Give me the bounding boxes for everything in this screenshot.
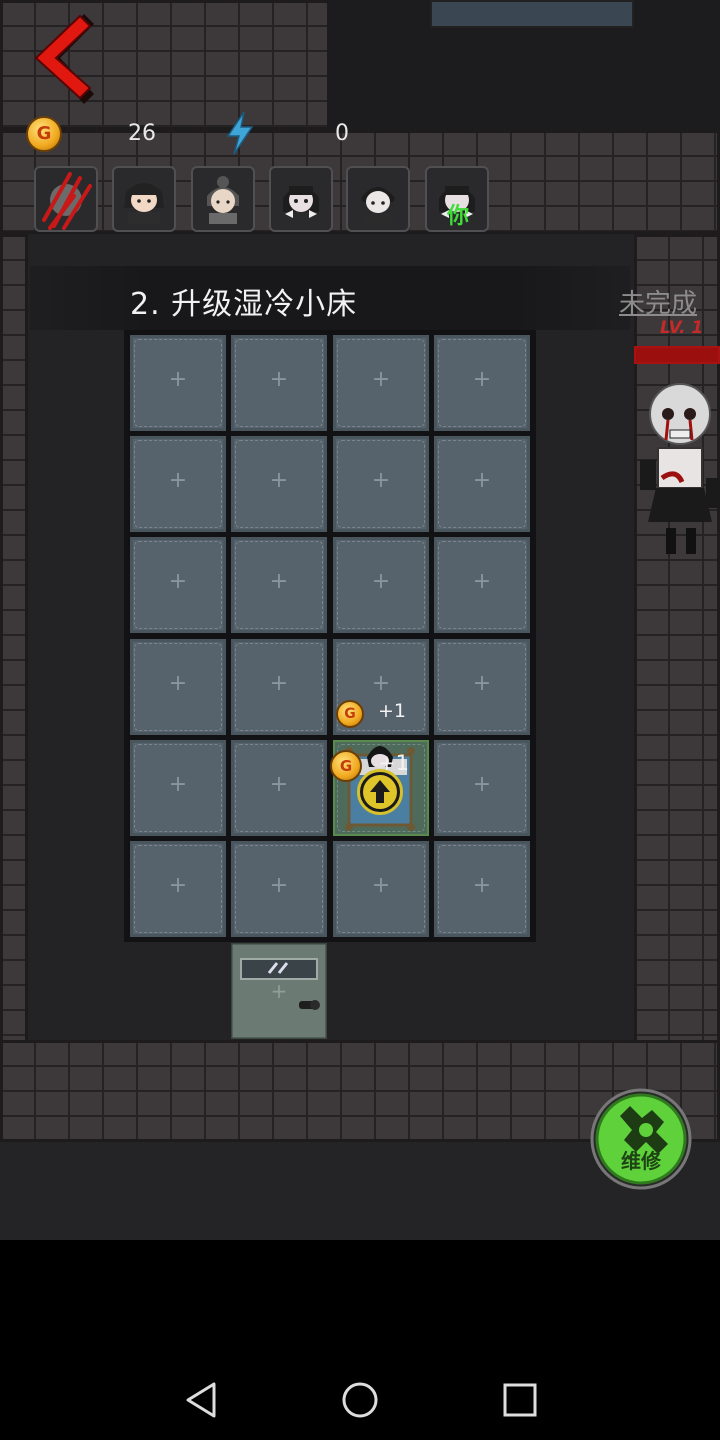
add-slot-plus: + [472, 772, 492, 797]
reward-coin-icon: G [330, 750, 362, 782]
task-title: 2. 升级湿冷小床 [130, 287, 358, 322]
energy-count: 0 [335, 121, 349, 146]
add-slot-plus: + [371, 569, 391, 594]
character-slot-4[interactable] [269, 166, 333, 232]
upgrade-arrow-icon[interactable] [357, 769, 403, 815]
add-slot-plus: + [168, 873, 188, 898]
room-cell[interactable]: + [231, 436, 327, 532]
add-slot-plus: + [371, 671, 391, 696]
coin-icon: G [26, 116, 62, 152]
home-icon[interactable] [338, 1378, 382, 1422]
claw-marks-icon [42, 172, 92, 230]
room-cell[interactable]: + [333, 841, 429, 937]
add-slot-plus: + [168, 772, 188, 797]
character-slot-claw[interactable] [34, 166, 98, 232]
ghost-enemy[interactable] [636, 378, 720, 560]
add-slot-plus: + [371, 367, 391, 392]
add-slot-plus: + [472, 367, 492, 392]
room-cell[interactable]: + [333, 436, 429, 532]
reward-text: +1 [378, 700, 407, 722]
room-cell[interactable]: + [231, 740, 327, 836]
room-cell[interactable]: + [333, 537, 429, 633]
reward-text: +1 [378, 751, 409, 775]
enemy-level: LV. 1 [660, 318, 704, 338]
top-window [430, 0, 634, 28]
character-slot-3[interactable] [191, 166, 255, 232]
room-cell[interactable]: + [231, 639, 327, 735]
room-cell[interactable]: + [434, 740, 530, 836]
room-cell[interactable]: + [231, 335, 327, 431]
room-cell[interactable]: + [130, 436, 226, 532]
room-cell[interactable]: + [130, 639, 226, 735]
character-slot-5[interactable] [346, 166, 410, 232]
door-icon[interactable]: + [231, 943, 327, 1039]
room-cell[interactable]: + [130, 841, 226, 937]
room-cell[interactable]: + [130, 335, 226, 431]
room-cell[interactable]: + [434, 841, 530, 937]
add-slot-plus: + [371, 468, 391, 493]
back-icon[interactable] [180, 1378, 224, 1422]
add-slot-plus: + [472, 569, 492, 594]
room-cell[interactable]: + [231, 841, 327, 937]
add-slot-plus: + [472, 671, 492, 696]
room-cell[interactable]: + [333, 335, 429, 431]
add-slot-plus: + [269, 671, 289, 696]
add-slot-plus: + [168, 468, 188, 493]
enemy-health-fill [636, 348, 718, 362]
character-slot-player[interactable]: 你 [425, 166, 489, 232]
recents-icon[interactable] [498, 1378, 542, 1422]
add-slot-plus: + [371, 873, 391, 898]
add-slot-plus: + [269, 873, 289, 898]
reward-coin-icon: G [336, 700, 364, 728]
add-slot-plus: + [269, 772, 289, 797]
wall-left [0, 234, 28, 1044]
coin-count: 26 [128, 121, 156, 146]
girl-pigtails-icon [124, 183, 164, 224]
girl-bow-icon [283, 186, 319, 218]
add-slot-plus: + [168, 671, 188, 696]
room-cell[interactable]: + [434, 537, 530, 633]
repair-label: 维修 [621, 1149, 661, 1173]
add-slot-plus: + [269, 468, 289, 493]
girl-bun-icon [207, 176, 239, 224]
room-cell[interactable]: + [434, 639, 530, 735]
repair-gear-icon[interactable] [590, 1088, 692, 1190]
lightning-icon [226, 112, 254, 154]
room-cell[interactable]: + [130, 537, 226, 633]
game-scene: G 26 0 你 2. 升级湿冷小床 未完成 LV. 1 + + + + + +… [0, 0, 720, 1240]
add-slot-plus: + [168, 367, 188, 392]
svg-text:+: + [271, 979, 288, 1003]
room-cell[interactable]: + [231, 537, 327, 633]
back-arrow-icon[interactable] [22, 10, 102, 110]
add-slot-plus: + [269, 367, 289, 392]
add-slot-plus: + [472, 873, 492, 898]
add-slot-plus: + [168, 569, 188, 594]
boy-icon [361, 187, 395, 224]
room-cell[interactable]: + [130, 740, 226, 836]
enemy-health-bar [634, 346, 720, 364]
add-slot-plus: + [472, 468, 492, 493]
room-cell[interactable]: + [434, 436, 530, 532]
add-slot-plus: + [269, 569, 289, 594]
task-status-link[interactable]: 未完成 [619, 283, 697, 320]
room-cell[interactable]: + [434, 335, 530, 431]
player-you-label: 你 [447, 204, 470, 229]
character-slot-2[interactable] [112, 166, 176, 232]
